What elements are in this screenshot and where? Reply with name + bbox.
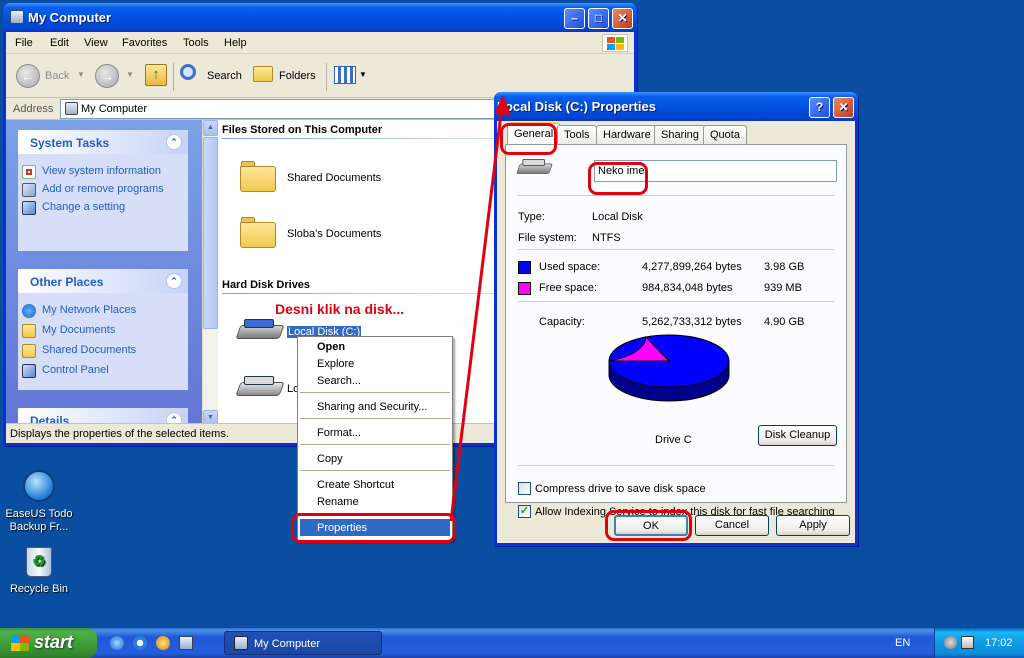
start-label: start [34, 632, 74, 652]
desktop-icon-easeus[interactable]: EaseUS Todo Backup Fr... [0, 470, 79, 534]
windows-flag-icon [11, 635, 29, 651]
system-tray: 17:02 [934, 628, 1024, 658]
desktop-icon-recycle-bin[interactable]: ♻ Recycle Bin [0, 547, 79, 596]
desktop-icon-label: EaseUS Todo Backup Fr... [5, 508, 73, 533]
arrow-head [494, 95, 511, 115]
my-computer-icon [234, 636, 248, 650]
tray-sound-icon[interactable] [944, 636, 957, 649]
quick-launch-browser-icon[interactable] [133, 636, 147, 650]
tray-network-icon[interactable] [961, 636, 974, 649]
taskbar-item-label: My Computer [254, 638, 321, 650]
language-indicator[interactable]: EN [895, 637, 910, 649]
taskbar: start My Computer EN 17:02 [0, 628, 1024, 658]
arrow-shaft [449, 105, 504, 522]
start-button[interactable]: start [0, 628, 97, 658]
recycle-bin-icon: ♻ [26, 547, 52, 577]
annotation-arrow [449, 95, 511, 522]
quick-launch-media-icon[interactable] [156, 636, 170, 650]
quick-launch-desktop-icon[interactable] [179, 636, 193, 650]
taskbar-item-my-computer[interactable]: My Computer [224, 631, 382, 655]
quick-launch-ie-icon[interactable] [110, 636, 124, 650]
easeus-backup-icon [23, 470, 55, 502]
desktop-icon-label: Recycle Bin [9, 583, 69, 595]
clock[interactable]: 17:02 [985, 637, 1013, 649]
